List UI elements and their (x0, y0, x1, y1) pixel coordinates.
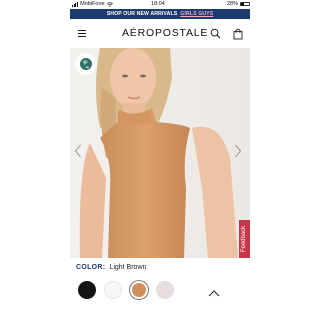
color-label: COLOR: (76, 264, 106, 271)
feedback-label: Feedback (241, 225, 248, 253)
product-image-carousel[interactable]: Feedback (70, 48, 250, 258)
search-icon[interactable] (210, 28, 221, 39)
shopping-bag-icon[interactable] (233, 28, 243, 40)
battery-percent: 28% (226, 1, 238, 7)
swatch-light-pink[interactable] (156, 281, 174, 299)
signal-icon (72, 2, 79, 7)
battery-icon (240, 1, 250, 7)
color-swatches (78, 281, 248, 301)
swatch-white[interactable] (104, 281, 122, 299)
chevron-up-icon[interactable] (208, 289, 220, 297)
promo-text: SHOP OUR NEW ARRIVALS (106, 11, 178, 17)
promo-link[interactable]: GIRLS GUYS (180, 11, 213, 17)
carrier-name: MobiFone (80, 1, 105, 7)
impact-wear-badge (75, 53, 97, 75)
promo-banner[interactable]: SHOP OUR NEW ARRIVALS GIRLS GUYS (70, 9, 250, 19)
status-time: 18:04 (151, 1, 165, 7)
status-right: 28% (227, 1, 250, 7)
feedback-button[interactable]: Feedback (239, 220, 250, 258)
swatch-black[interactable] (78, 281, 96, 299)
carousel-prev-icon[interactable] (74, 144, 82, 158)
status-bar: MobiFone 18:04 28% (72, 0, 250, 8)
site-header: AÉROPOSTALE (70, 20, 250, 48)
status-left: MobiFone (72, 1, 113, 7)
bottom-partial-content (70, 314, 250, 320)
wifi-icon (106, 1, 113, 7)
brand-logo[interactable]: AÉROPOSTALE (122, 27, 208, 39)
product-photo (70, 48, 250, 258)
carousel-next-icon[interactable] (234, 144, 242, 158)
color-selected-value: Light Brown (109, 264, 147, 271)
color-selector-label: COLOR: Light Brown (76, 264, 146, 271)
swatch-light-brown-selected[interactable] (130, 281, 148, 299)
hamburger-icon[interactable] (78, 30, 86, 37)
